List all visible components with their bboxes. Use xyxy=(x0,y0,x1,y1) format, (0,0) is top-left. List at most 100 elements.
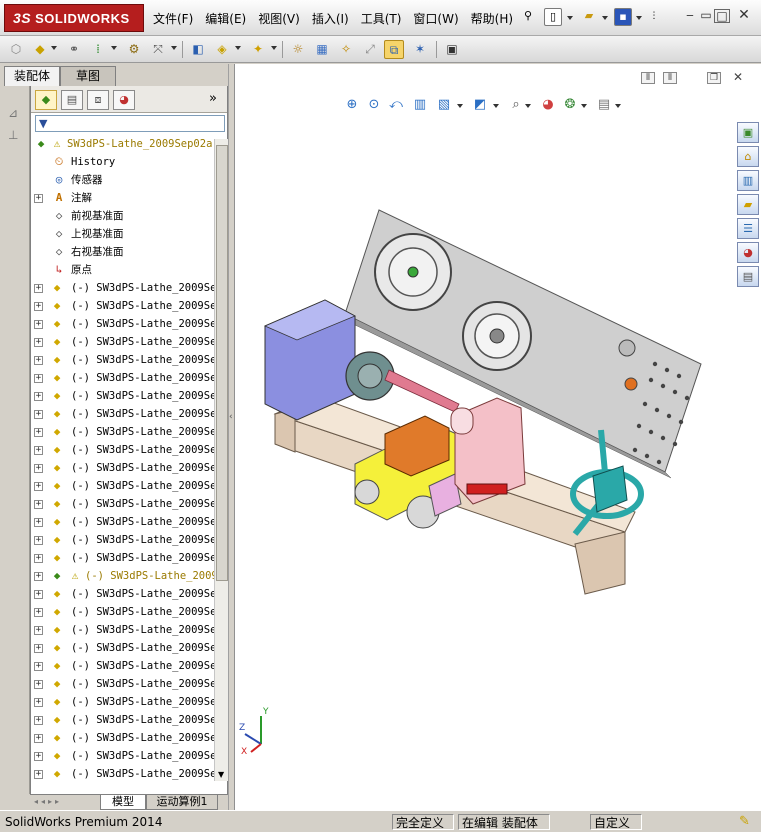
explode-line-sketch-icon[interactable]: ⤢ xyxy=(360,40,380,59)
more-icon[interactable]: ⋮ xyxy=(645,8,663,26)
expand-icon[interactable]: + xyxy=(34,392,43,401)
tab-assembly[interactable]: 装配体 xyxy=(4,66,60,86)
tree-item-component[interactable]: + ◆ (-) SW3dPS-Lathe_2009Se xyxy=(31,495,227,513)
expand-icon[interactable]: + xyxy=(34,428,43,437)
new-motion-study-icon[interactable]: ☼ xyxy=(288,40,308,59)
open-folder-icon[interactable]: ▰ xyxy=(580,8,598,26)
linear-pattern-icon[interactable]: ⁞ xyxy=(88,40,108,59)
expand-icon[interactable]: + xyxy=(34,590,43,599)
sketch-tool-icon[interactable]: ⊿ xyxy=(8,106,18,120)
expand-icon[interactable]: + xyxy=(34,752,43,761)
tree-scrollbar[interactable]: ▼ xyxy=(214,139,228,781)
tree-item-right-plane[interactable]: ◇ 右视基准面 xyxy=(31,243,227,261)
menu-insert[interactable]: 插入(I) xyxy=(309,10,358,27)
tree-item-component[interactable]: + ◆ (-) SW3dPS-Lathe_2009Se xyxy=(31,387,227,405)
expand-icon[interactable]: + xyxy=(34,320,43,329)
expand-icon[interactable]: + xyxy=(34,338,43,347)
pattern-dropdown-icon[interactable] xyxy=(111,46,117,50)
tree-item-component[interactable]: + ◆ (-) SW3dPS-Lathe_2009Se xyxy=(31,441,227,459)
menu-help[interactable]: 帮助(H) xyxy=(468,10,522,27)
menu-edit[interactable]: 编辑(E) xyxy=(202,10,255,27)
solidworks-logo[interactable]: 3S SOLIDWORKS xyxy=(4,4,144,32)
instant3d-icon[interactable]: ▣ xyxy=(442,40,462,59)
tree-item-component[interactable]: + ◆ (-) SW3dPS-Lathe_2009Se xyxy=(31,747,227,765)
line-tool-icon[interactable]: ⊥ xyxy=(8,128,18,142)
interference-detection-icon[interactable]: ⧉ xyxy=(384,40,404,59)
expand-icon[interactable]: + xyxy=(34,374,43,383)
insert-component-icon[interactable]: ⬡ xyxy=(6,40,26,59)
new-document-icon[interactable]: ▯ xyxy=(544,8,562,26)
expand-icon[interactable]: + xyxy=(34,626,43,635)
expand-icon[interactable]: + xyxy=(34,410,43,419)
scrollbar-thumb[interactable] xyxy=(216,145,228,581)
tree-item-component[interactable]: + ◆ (-) SW3dPS-Lathe_2009Se xyxy=(31,693,227,711)
show-hidden-icon[interactable]: ◧ xyxy=(188,40,208,59)
close-icon[interactable]: ✕ xyxy=(736,8,752,23)
tree-item-top-plane[interactable]: ◇ 上视基准面 xyxy=(31,225,227,243)
save-dropdown-icon[interactable] xyxy=(636,16,642,20)
reference-dropdown-icon[interactable] xyxy=(271,46,277,50)
clearance-verification-icon[interactable]: ✶ xyxy=(410,40,430,59)
tree-item-component[interactable]: + ◆ (-) SW3dPS-Lathe_2009Se xyxy=(31,585,227,603)
expand-icon[interactable]: + xyxy=(34,608,43,617)
smart-fasteners-icon[interactable]: ⚙ xyxy=(124,40,144,59)
tree-item-front-plane[interactable]: ◇ 前视基准面 xyxy=(31,207,227,225)
tree-item-component[interactable]: + ◆ (-) SW3dPS-Lathe_2009Se xyxy=(31,405,227,423)
tree-item-component[interactable]: + ◆ (-) SW3dPS-Lathe_2009Se xyxy=(31,279,227,297)
tree-item-annotations[interactable]: + A 注解 xyxy=(31,189,227,207)
expand-icon[interactable]: + xyxy=(34,518,43,527)
move-component-icon[interactable]: ⤧ xyxy=(148,40,168,59)
new-part-dropdown-icon[interactable] xyxy=(51,46,57,50)
expand-icon[interactable]: + xyxy=(34,482,43,491)
tree-item-component[interactable]: + ◆ (-) SW3dPS-Lathe_2009Se xyxy=(31,765,227,783)
expand-icon[interactable]: + xyxy=(34,446,43,455)
expand-icon[interactable]: + xyxy=(34,356,43,365)
configuration-manager-tab-icon[interactable]: ⧈ xyxy=(87,90,109,110)
tree-item-component[interactable]: + ◆ (-) SW3dPS-Lathe_2009Se xyxy=(31,657,227,675)
restore-icon[interactable]: ▭ xyxy=(698,9,714,23)
menu-tools[interactable]: 工具(T) xyxy=(358,10,411,27)
tree-item-component[interactable]: + ◆ (-) SW3dPS-Lathe_2009Se xyxy=(31,531,227,549)
tree-item-sensors[interactable]: ◎ 传感器 xyxy=(31,171,227,189)
pin-icon[interactable]: ⚲ xyxy=(519,8,537,26)
new-dropdown-icon[interactable] xyxy=(567,16,573,20)
expand-icon[interactable]: + xyxy=(34,464,43,473)
display-manager-tab-icon[interactable]: ◕ xyxy=(113,90,135,110)
rebuild-status-icon[interactable]: ✎ xyxy=(736,814,753,830)
features-dropdown-icon[interactable] xyxy=(235,46,241,50)
menu-file[interactable]: 文件(F) xyxy=(150,10,202,27)
save-icon[interactable]: ▪ xyxy=(614,8,632,26)
menu-window[interactable]: 窗口(W) xyxy=(410,10,467,27)
expand-icon[interactable]: + xyxy=(34,284,43,293)
tab-model[interactable]: 模型 xyxy=(100,795,146,810)
mate-icon[interactable]: ⚭ xyxy=(64,40,84,59)
graphics-area[interactable]: ⫴ ⫴ ❐ ✕ ⊕ ⊙ ⤺ ▥ ▧ ◩ ⌕ ◕ ❂ ▤ ▣ ⌂ ▥ ▰ ☰ ◕ xyxy=(234,64,761,810)
tree-item-component[interactable]: + ◆ (-) SW3dPS-Lathe_2009Se xyxy=(31,639,227,657)
tree-item-component[interactable]: + ◆ (-) SW3dPS-Lathe_2009Se xyxy=(31,513,227,531)
expand-icon[interactable]: + xyxy=(34,770,43,779)
expand-icon[interactable]: + xyxy=(34,680,43,689)
tree-item-component[interactable]: + ◆ (-) SW3dPS-Lathe_2009Se xyxy=(31,297,227,315)
tree-item-component[interactable]: + ◆ (-) SW3dPS-Lathe_2009Se xyxy=(31,549,227,567)
tree-item-component[interactable]: + ◆ (-) SW3dPS-Lathe_2009Se xyxy=(31,315,227,333)
tree-item-history[interactable]: ⏲ History xyxy=(31,153,227,171)
tab-sketch[interactable]: 草图 xyxy=(60,66,116,86)
scroll-down-icon[interactable]: ▼ xyxy=(218,770,224,779)
minimize-icon[interactable]: ‒ xyxy=(682,9,698,23)
property-manager-tab-icon[interactable]: ▤ xyxy=(61,90,83,110)
bill-of-materials-icon[interactable]: ▦ xyxy=(312,40,332,59)
tree-item-component[interactable]: + ◆ (-) SW3dPS-Lathe_2009Se xyxy=(31,621,227,639)
expand-icon[interactable]: + xyxy=(34,662,43,671)
new-part-icon[interactable]: ◆ xyxy=(30,40,50,59)
menu-view[interactable]: 视图(V) xyxy=(255,10,309,27)
tree-item-component[interactable]: + ◆ ⚠ (-) SW3dPS-Lathe_2009 xyxy=(31,567,227,585)
units-status[interactable]: 自定义 xyxy=(590,814,642,830)
tree-root[interactable]: ◆ ⚠ SW3dPS-Lathe_2009Sep02a xyxy=(31,135,227,153)
expand-tabs-icon[interactable]: » xyxy=(209,91,217,106)
tree-item-component[interactable]: + ◆ (-) SW3dPS-Lathe_2009Se xyxy=(31,729,227,747)
expand-icon[interactable]: + xyxy=(34,554,43,563)
move-dropdown-icon[interactable] xyxy=(171,46,177,50)
tree-item-component[interactable]: + ◆ (-) SW3dPS-Lathe_2009Se xyxy=(31,477,227,495)
expand-icon[interactable]: + xyxy=(34,194,43,203)
collapse-panel-icon[interactable]: ‹ xyxy=(229,412,233,422)
